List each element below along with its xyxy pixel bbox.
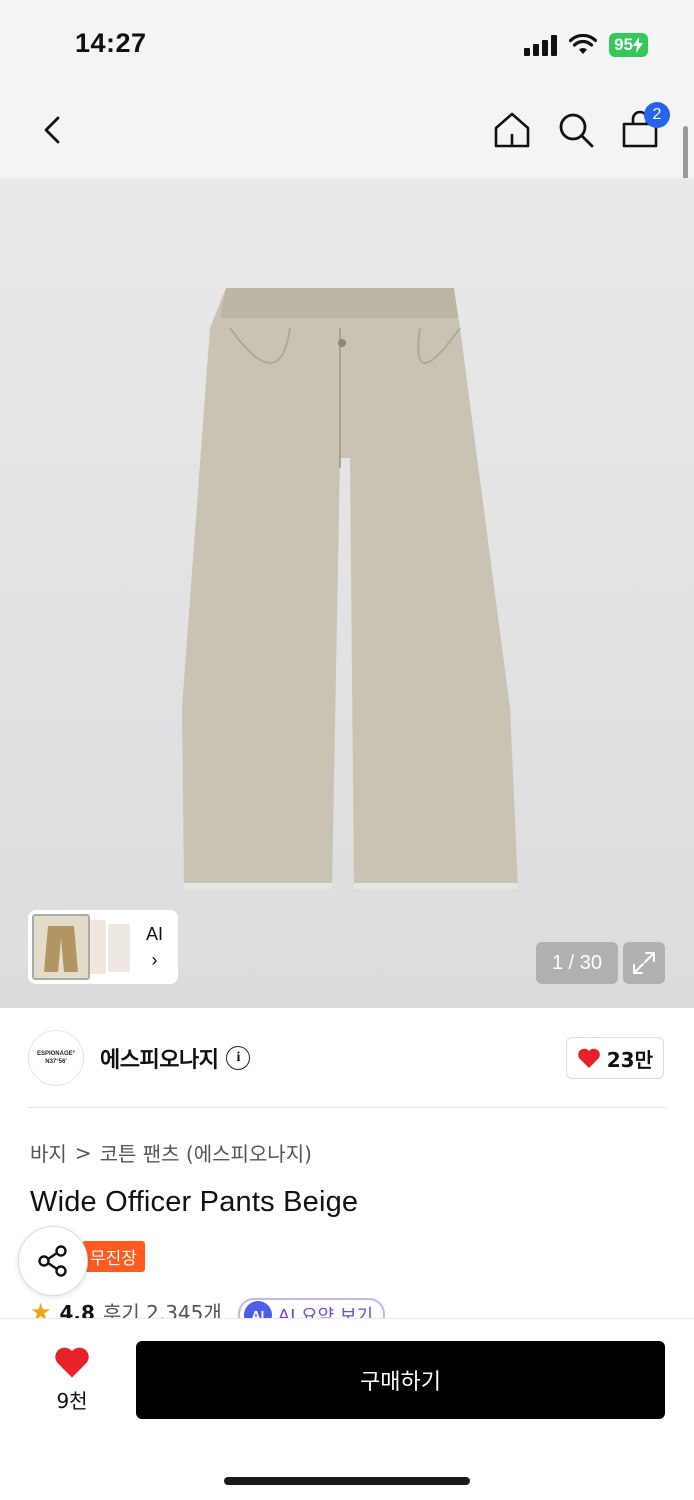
cellular-signal-icon — [524, 34, 558, 56]
back-icon[interactable] — [34, 110, 74, 150]
share-icon — [38, 1245, 67, 1277]
brand-like-count: 23만 — [606, 1047, 653, 1072]
breadcrumb: 바지 > 코튼 팬츠 (에스피오나지) — [30, 1138, 312, 1167]
home-indicator[interactable] — [224, 1477, 470, 1485]
brand-logo[interactable]: ESPIONAGE° N37°56' — [28, 1030, 84, 1086]
ai-summary-button[interactable]: AI AI 요약 보기 — [237, 1298, 386, 1320]
breadcrumb-item[interactable]: 코튼 팬츠 (에스피오나지) — [100, 1138, 312, 1167]
expand-icon — [633, 952, 655, 974]
battery-indicator: 95 — [609, 33, 648, 57]
cart-button[interactable]: 2 — [618, 102, 670, 152]
rating-row: ★ 4.8 후기 2,345개 AI AI 요약 보기 — [30, 1298, 386, 1320]
home-icon[interactable] — [490, 108, 534, 152]
buy-button[interactable]: 구매하기 — [136, 1341, 665, 1419]
breadcrumb-item[interactable]: 바지 — [30, 1138, 67, 1167]
review-count[interactable]: 후기 2,345개 — [103, 1298, 222, 1320]
battery-level: 95 — [614, 35, 633, 54]
bottom-purchase-bar: 9천 구매하기 — [0, 1318, 694, 1500]
breadcrumb-separator: > — [74, 1140, 92, 1165]
brand-like-button[interactable]: 23만 — [565, 1037, 664, 1079]
status-icons: 95 — [524, 33, 648, 57]
wishlist-button[interactable]: 9천 — [44, 1345, 100, 1414]
product-image-gallery[interactable]: AI › 1 / 30 — [0, 178, 694, 1008]
product-image-pants — [182, 288, 518, 889]
brand-name[interactable]: 에스피오나지 — [100, 1042, 219, 1074]
info-icon[interactable]: i — [226, 1046, 251, 1070]
brand-logo-text: ESPIONAGE° — [36, 1051, 76, 1057]
status-bar: 14:27 95 — [0, 0, 694, 92]
promo-badge: 무진장 — [82, 1241, 145, 1272]
thumbnail-stack — [32, 914, 136, 980]
image-page-counter: 1 / 30 — [536, 942, 618, 984]
thumbnail-image-selected — [32, 914, 90, 980]
product-title: Wide Officer Pants Beige — [30, 1186, 359, 1218]
cart-count-badge: 2 — [644, 102, 670, 128]
ai-text: AI — [146, 924, 164, 944]
chevron-right-icon: › — [151, 950, 158, 970]
divider — [28, 1107, 666, 1108]
rating-value: 4.8 — [59, 1301, 95, 1320]
status-time: 14:27 — [75, 28, 147, 58]
thumbnail-image — [108, 924, 130, 972]
star-icon: ★ — [30, 1298, 52, 1320]
thumbnail-pants-image — [44, 926, 78, 972]
brand-logo-subtext: N37°56' — [45, 1059, 67, 1065]
brand-row: ESPIONAGE° N37°56' 에스피오나지 i 23만 — [28, 1030, 666, 1086]
ai-label: AI › — [146, 921, 163, 973]
share-button[interactable] — [18, 1226, 88, 1296]
top-nav-bar: 2 — [0, 92, 694, 178]
search-icon[interactable] — [554, 108, 598, 152]
heart-icon — [55, 1347, 89, 1378]
charging-bolt-icon — [633, 37, 643, 53]
heart-icon — [577, 1048, 600, 1068]
wishlist-count: 9천 — [56, 1389, 88, 1413]
ai-similar-items-button[interactable]: AI › — [28, 910, 178, 984]
expand-image-button[interactable] — [623, 942, 665, 984]
wifi-icon — [569, 34, 598, 54]
